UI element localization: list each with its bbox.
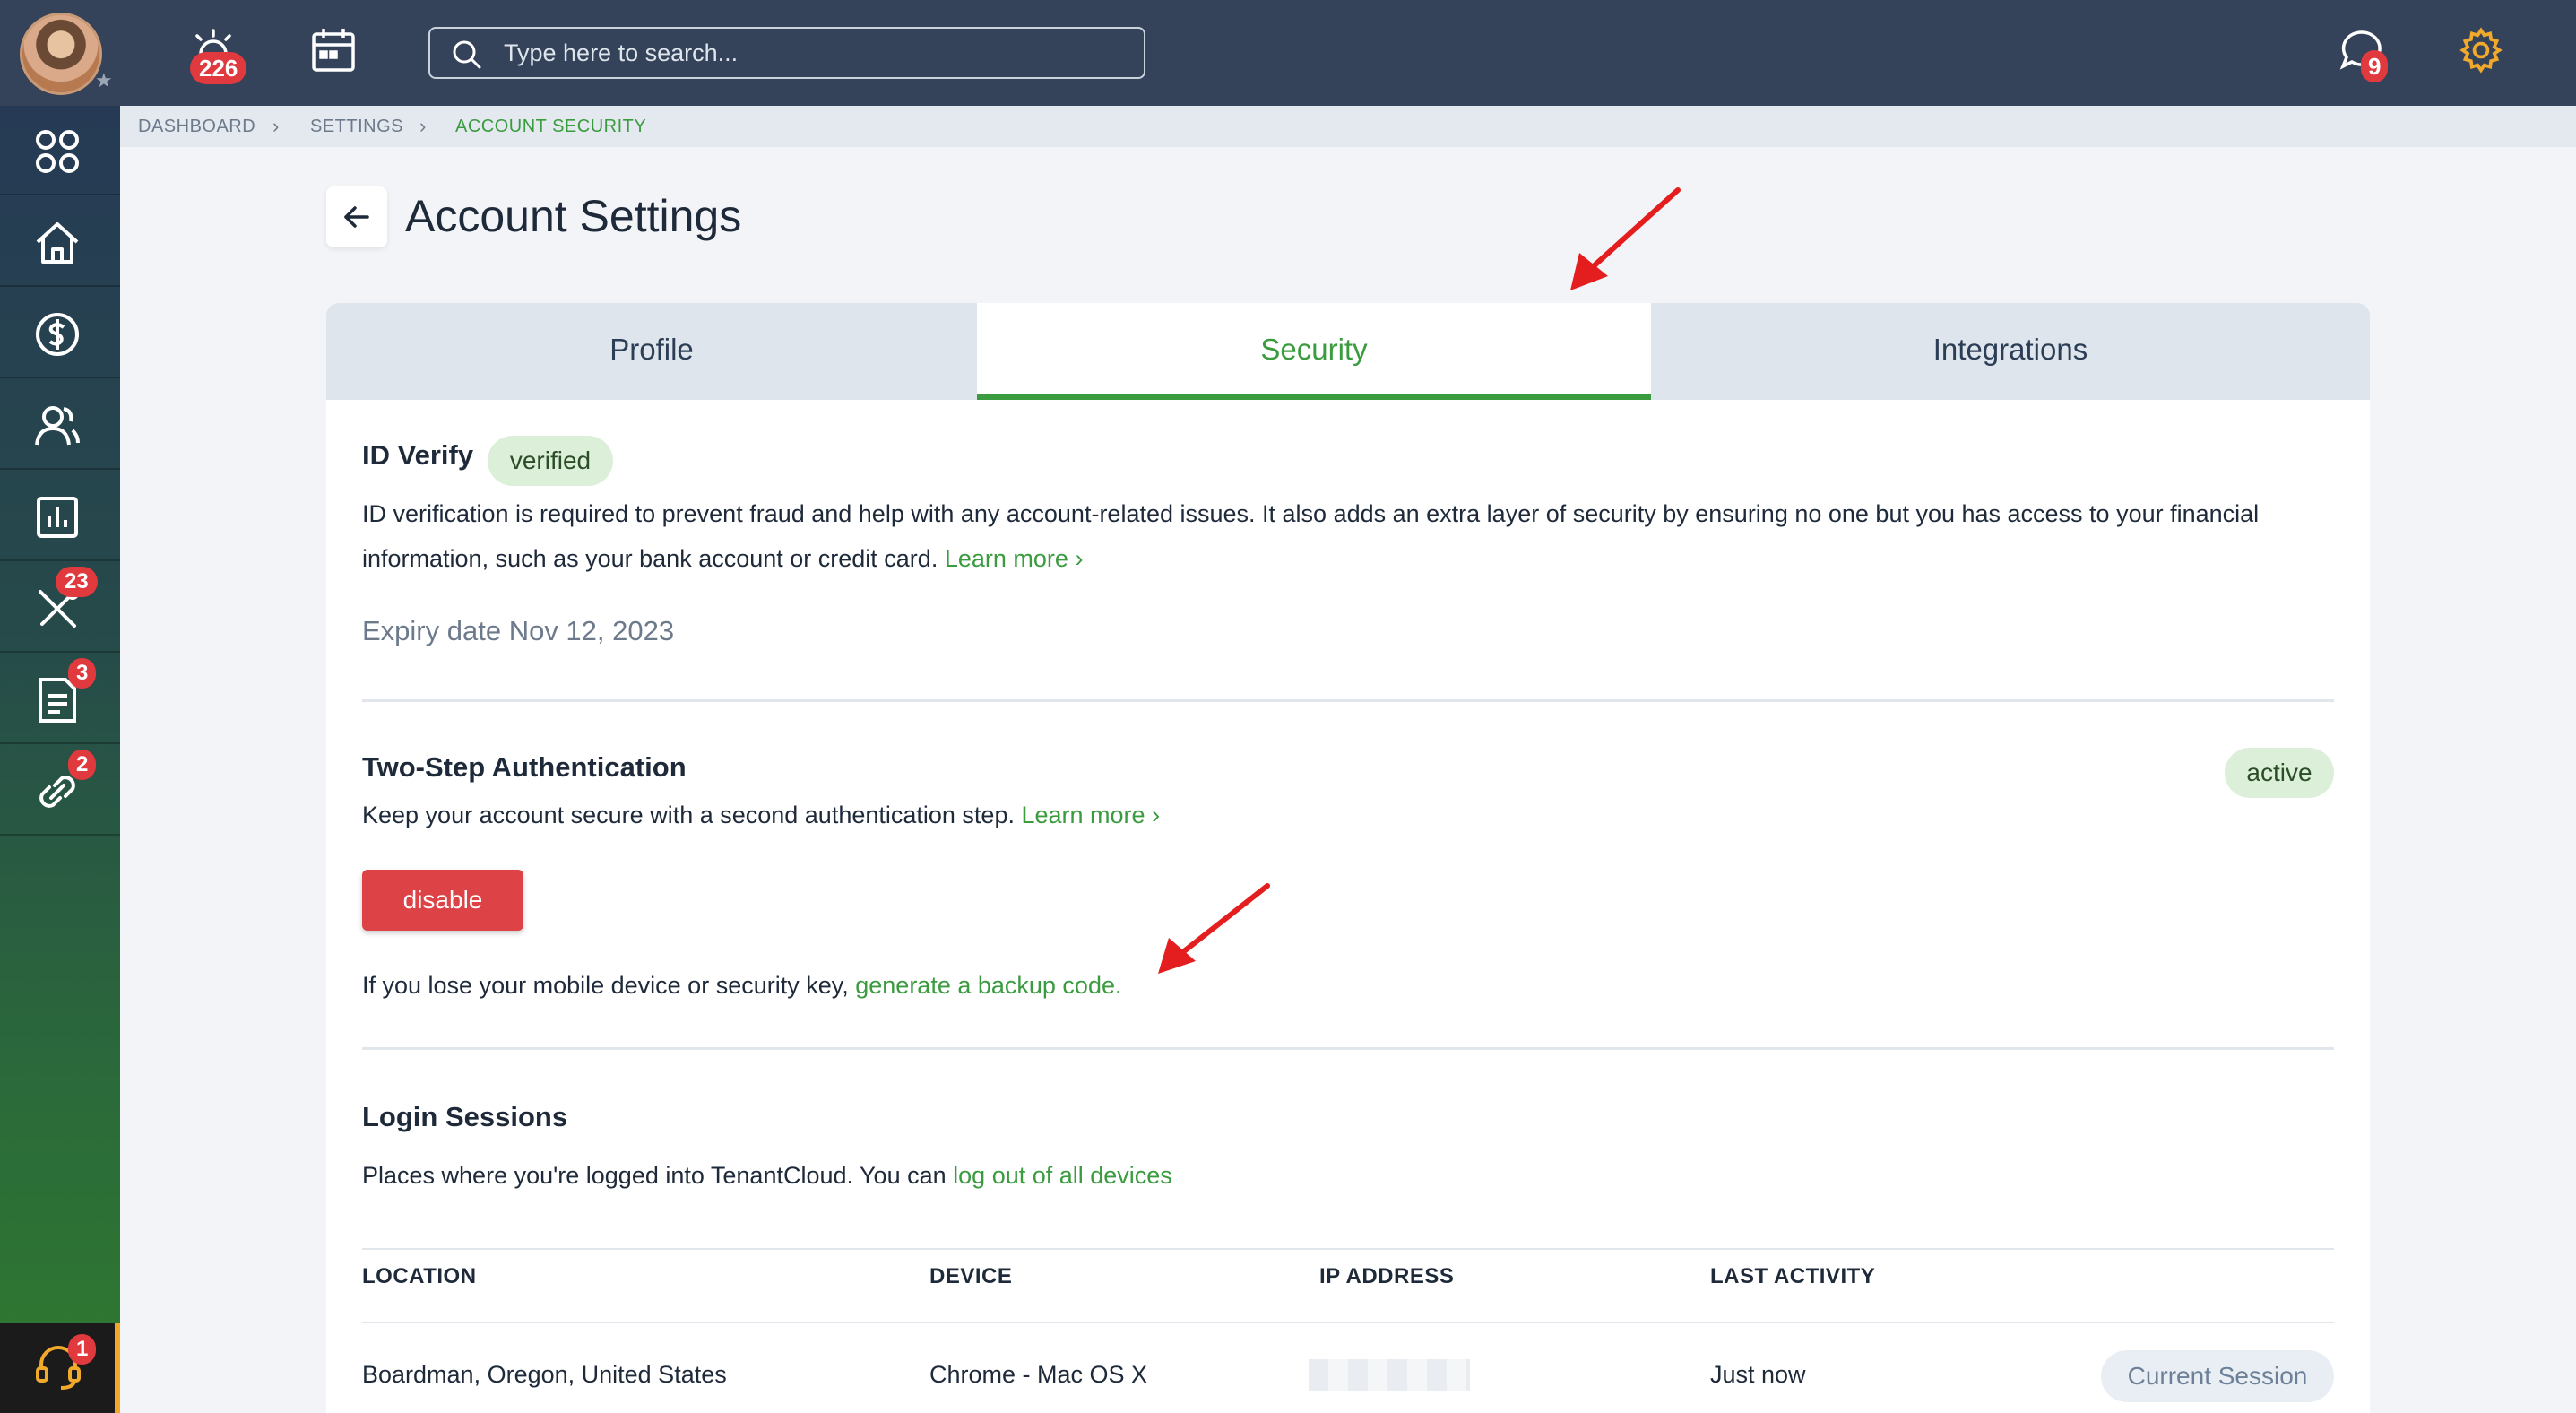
chart-icon (37, 497, 78, 538)
messages-badge: 9 (2361, 50, 2389, 82)
chevron-right-icon: › (419, 115, 427, 137)
help-button[interactable]: 1 (0, 1323, 120, 1413)
chevron-right-icon: › (1152, 802, 1161, 828)
sidebar-item-apps[interactable] (0, 106, 120, 195)
annotation-arrow (1158, 883, 1270, 974)
tab-bar: Profile Security Integrations (326, 303, 2370, 400)
login-sessions-title: Login Sessions (362, 1101, 568, 1132)
generate-backup-code-link[interactable]: generate a backup code. (855, 972, 1121, 999)
arrow-left-icon (344, 206, 369, 228)
apps-grid-icon (36, 130, 79, 173)
session-last-activity: Just now (1710, 1361, 1806, 1388)
breadcrumb-dashboard[interactable]: DASHBOARD (138, 117, 255, 137)
expiry-date: Expiry date Nov 12, 2023 (362, 615, 675, 646)
column-header-location: LOCATION (362, 1264, 477, 1288)
dollar-circle-icon (36, 313, 79, 356)
column-header-last-activity: LAST ACTIVITY (1710, 1264, 1876, 1288)
verified-badge: verified (488, 436, 613, 486)
column-header-device: DEVICE (929, 1264, 1013, 1288)
settings-button[interactable] (2458, 27, 2508, 77)
logout-all-devices-link[interactable]: log out of all devices (953, 1162, 1172, 1189)
users-icon (35, 406, 80, 446)
divider (362, 1047, 2334, 1050)
tab-integrations[interactable]: Integrations (1651, 303, 2370, 400)
sidebar-item-contacts[interactable] (0, 380, 120, 470)
id-verify-title: ID Verify (362, 439, 474, 471)
sidebar-item-links[interactable]: 2 (0, 746, 120, 836)
current-session-button[interactable]: Current Session (2101, 1350, 2334, 1402)
search-icon (453, 40, 481, 69)
links-badge: 2 (68, 750, 97, 780)
two-step-learn-more-link[interactable]: Learn more (1021, 802, 1145, 828)
page-title: Account Settings (405, 191, 742, 241)
tab-security[interactable]: Security (977, 303, 1651, 400)
maintenance-badge: 23 (56, 567, 98, 597)
breadcrumb: DASHBOARD › SETTINGS › ACCOUNT SECURITY (120, 106, 2576, 147)
calendar-button[interactable] (308, 25, 359, 75)
id-verify-description-cont: information, such as your bank account o… (362, 545, 1084, 572)
search-input[interactable] (504, 36, 1113, 70)
active-badge: active (2225, 748, 2334, 798)
notifications-button[interactable]: 226 (188, 27, 247, 84)
notifications-badge: 226 (190, 52, 247, 84)
breadcrumb-account-security: ACCOUNT SECURITY (455, 117, 647, 136)
search-box[interactable] (428, 27, 1145, 79)
avatar[interactable] (20, 13, 102, 95)
backup-code-text: If you lose your mobile device or securi… (362, 972, 1122, 999)
tab-profile[interactable]: Profile (326, 303, 977, 400)
breadcrumb-settings[interactable]: SETTINGS (310, 117, 403, 137)
session-location: Boardman, Oregon, United States (362, 1361, 727, 1388)
sidebar-item-documents[interactable]: 3 (0, 654, 120, 744)
top-bar: ★ 226 9 (0, 0, 2576, 106)
help-badge: 1 (68, 1334, 97, 1365)
sidebar-item-maintenance[interactable]: 23 (0, 563, 120, 653)
calendar-icon (312, 29, 355, 72)
chevron-right-icon: › (272, 115, 280, 137)
home-icon (36, 222, 79, 264)
settings-card: Profile Security Integrations ID Verify … (326, 303, 2370, 1413)
pin-icon[interactable]: ★ (95, 70, 117, 91)
divider (362, 699, 2334, 702)
session-ip-redacted (1309, 1359, 1470, 1391)
session-device: Chrome - Mac OS X (929, 1361, 1148, 1388)
annotation-arrow (1570, 187, 1681, 290)
id-verify-learn-more-link[interactable]: Learn more (945, 545, 1068, 572)
documents-badge: 3 (68, 658, 97, 689)
sidebar-item-payments[interactable] (0, 289, 120, 378)
id-verify-description: ID verification is required to prevent f… (362, 500, 2260, 527)
sidebar-item-home[interactable] (0, 197, 120, 287)
column-header-ip: IP ADDRESS (1319, 1264, 1455, 1288)
login-sessions-description: Places where you're logged into TenantCl… (362, 1162, 1172, 1189)
chevron-right-icon: › (1075, 545, 1084, 572)
two-step-description: Keep your account secure with a second a… (362, 802, 1161, 828)
messages-button[interactable]: 9 (2338, 27, 2389, 82)
two-step-title: Two-Step Authentication (362, 751, 687, 783)
table-top-divider (362, 1248, 2334, 1250)
gear-icon (2459, 27, 2503, 74)
disable-button[interactable]: disable (362, 870, 523, 931)
table-header-divider (362, 1322, 2334, 1323)
sidebar-item-reports[interactable] (0, 472, 120, 561)
sidebar: 23 3 2 (0, 106, 120, 1413)
back-button[interactable] (326, 186, 387, 247)
